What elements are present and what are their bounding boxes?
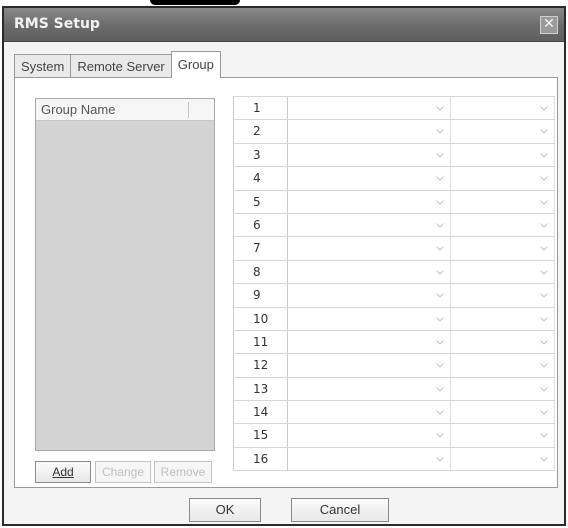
grid-row: 7 [233, 237, 555, 261]
camera-select[interactable] [289, 330, 451, 354]
camera-select[interactable] [289, 354, 451, 377]
grid-row: 3 [233, 143, 555, 168]
camera-select[interactable] [289, 213, 451, 237]
change-button[interactable]: Change [95, 461, 151, 483]
grid-row: 12 [233, 354, 555, 378]
grid-row: 1 [233, 97, 555, 121]
row-number: 14 [233, 401, 288, 424]
change-button-label: Change [101, 465, 145, 479]
camera-select[interactable] [289, 307, 451, 330]
tab-remote-server[interactable]: Remote Server [70, 54, 172, 78]
tab-system[interactable]: System [14, 54, 72, 78]
remove-button[interactable]: Remove [154, 461, 212, 483]
row-number: 15 [233, 424, 288, 447]
grid-row: 11 [233, 330, 555, 355]
tab-group[interactable]: Group [170, 51, 221, 78]
close-icon[interactable]: ✕ [540, 16, 558, 34]
column-divider [188, 102, 189, 118]
camera-select[interactable] [289, 401, 451, 424]
grid-row: 13 [233, 377, 555, 402]
camera-select[interactable] [289, 190, 451, 213]
camera-select[interactable] [289, 284, 451, 307]
row-number: 10 [233, 307, 288, 330]
row-number: 9 [233, 284, 288, 307]
channel-select[interactable] [451, 284, 555, 307]
camera-select[interactable] [289, 143, 451, 167]
group-tab-panel: Group Name Add Change Remove 1 2 3 4 5 6 7 8 9 10… [14, 77, 558, 488]
channel-select[interactable] [451, 190, 555, 213]
channel-select[interactable] [451, 260, 555, 284]
grid-row: 4 [233, 167, 555, 191]
camera-select[interactable] [289, 237, 451, 260]
add-button[interactable]: Add [35, 461, 91, 483]
row-number: 6 [233, 213, 288, 237]
channel-select[interactable] [451, 424, 555, 447]
channel-select[interactable] [451, 97, 555, 120]
channel-select[interactable] [451, 167, 555, 190]
grid-row: 14 [233, 401, 555, 425]
title-bar: RMS Setup ✕ [4, 8, 564, 42]
camera-select[interactable] [289, 377, 451, 401]
channel-assignment-grid: 1 2 3 4 5 6 7 8 9 10 11 12 13 14 15 16 [233, 96, 555, 472]
channel-select[interactable] [451, 120, 555, 143]
camera-select[interactable] [289, 447, 451, 471]
camera-select[interactable] [289, 167, 451, 190]
channel-select[interactable] [451, 330, 555, 354]
row-number: 3 [233, 143, 288, 167]
group-name-list[interactable]: Group Name [35, 98, 215, 451]
row-number: 7 [233, 237, 288, 260]
camera-select[interactable] [289, 120, 451, 143]
row-number: 4 [233, 167, 288, 190]
grid-row: 2 [233, 120, 555, 144]
channel-select[interactable] [451, 401, 555, 424]
channel-select[interactable] [451, 213, 555, 237]
channel-select[interactable] [451, 143, 555, 167]
grid-row: 16 [233, 447, 555, 472]
window-title: RMS Setup [14, 16, 100, 32]
grid-row: 5 [233, 190, 555, 214]
cancel-button[interactable]: Cancel [291, 498, 389, 522]
row-number: 5 [233, 190, 288, 213]
camera-select[interactable] [289, 260, 451, 284]
row-number: 1 [233, 97, 288, 120]
camera-select[interactable] [289, 424, 451, 447]
channel-select[interactable] [451, 447, 555, 471]
grid-row: 15 [233, 424, 555, 448]
group-name-column-header[interactable]: Group Name [41, 102, 115, 117]
channel-select[interactable] [451, 237, 555, 260]
add-button-label: Add [52, 465, 74, 479]
grid-row: 6 [233, 213, 555, 238]
group-list-header: Group Name [36, 99, 214, 121]
row-number: 13 [233, 377, 288, 401]
row-number: 16 [233, 447, 288, 471]
row-number: 12 [233, 354, 288, 377]
tab-strip: System Remote Server Group [14, 51, 221, 78]
channel-select[interactable] [451, 354, 555, 377]
channel-select[interactable] [451, 377, 555, 401]
row-number: 2 [233, 120, 288, 143]
rms-setup-dialog: RMS Setup ✕ System Remote Server Group G… [2, 6, 566, 526]
grid-row: 10 [233, 307, 555, 331]
grid-row: 8 [233, 260, 555, 285]
channel-select[interactable] [451, 307, 555, 330]
row-number: 8 [233, 260, 288, 284]
grid-row: 9 [233, 284, 555, 308]
camera-select[interactable] [289, 97, 451, 120]
ok-button[interactable]: OK [189, 498, 261, 522]
row-number: 11 [233, 330, 288, 354]
remove-button-label: Remove [160, 465, 206, 479]
